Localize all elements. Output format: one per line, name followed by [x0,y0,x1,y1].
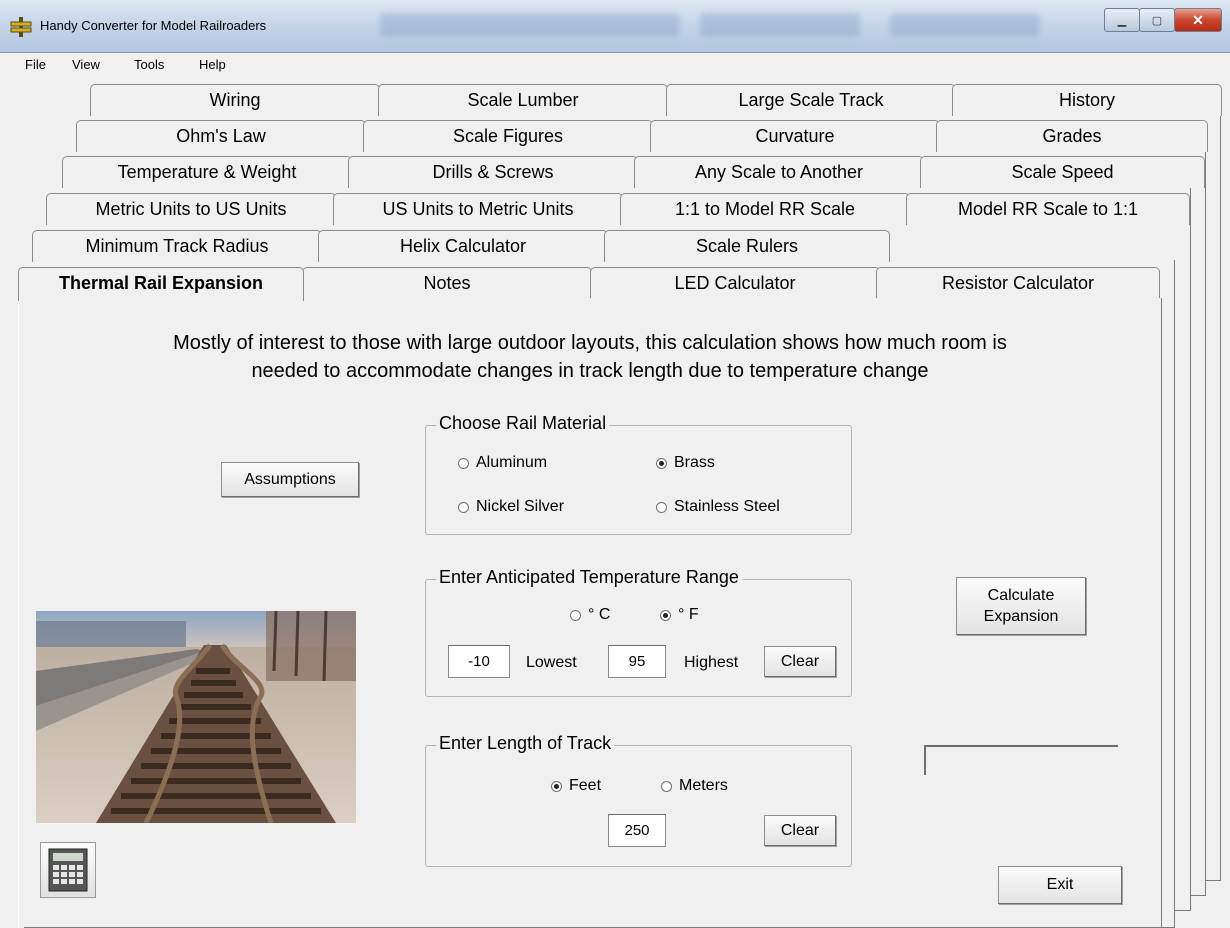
minimize-button[interactable]: ▁ [1104,8,1140,32]
window-controls: ▁ ▢ ✕ [1104,8,1222,32]
description-text: Mostly of interest to those with large o… [40,329,1140,385]
tab-led-calculator[interactable]: LED Calculator [590,267,880,299]
title-bar: Handy Converter for Model Railroaders ▁ … [0,0,1230,53]
radio-label: Stainless Steel [674,498,780,515]
window-title: Handy Converter for Model Railroaders [40,18,267,33]
highest-temperature-input[interactable]: 95 [608,645,666,678]
radio-circle-icon [656,501,667,513]
tab-scale-rulers[interactable]: Scale Rulers [604,230,890,262]
tab-helix-calculator[interactable]: Helix Calculator [318,230,608,262]
radio-selected-icon [551,780,562,792]
temperature-range-legend: Enter Anticipated Temperature Range [436,567,742,588]
radio-circle-icon [570,609,581,621]
maximize-button[interactable]: ▢ [1139,8,1175,32]
clear-length-button[interactable]: Clear [764,815,836,846]
track-length-group: Enter Length of Track [425,733,852,867]
tab-1-1-to-model-rr-scale[interactable]: 1:1 to Model RR Scale [620,193,910,225]
exit-button[interactable]: Exit [998,866,1122,904]
tab-metric-to-us[interactable]: Metric Units to US Units [46,193,336,225]
lowest-label: Lowest [526,654,577,671]
radio-nickel-silver[interactable]: Nickel Silver [458,498,564,516]
blurred-title-region [380,13,680,37]
calculator-glyph-icon [48,848,88,892]
rail-material-legend: Choose Rail Material [436,413,610,434]
assumptions-button[interactable]: Assumptions [221,462,359,497]
menu-view[interactable]: View [72,57,100,72]
radio-selected-icon [660,609,671,621]
tab-scale-speed[interactable]: Scale Speed [920,156,1205,188]
calculate-label-line: Calculate [987,587,1055,604]
radio-label: ° C [588,606,611,623]
tab-large-scale-track[interactable]: Large Scale Track [666,84,956,116]
radio-label: Nickel Silver [476,498,565,515]
radio-circle-icon [458,501,469,513]
tab-scale-lumber[interactable]: Scale Lumber [378,84,668,116]
radio-label: Feet [569,777,602,794]
menu-bar: File View Tools Help [0,53,1230,77]
tab-model-rr-scale-to-1-1[interactable]: Model RR Scale to 1:1 [906,193,1190,225]
menu-file[interactable]: File [25,57,46,72]
track-length-legend: Enter Length of Track [436,733,615,754]
tab-scale-figures[interactable]: Scale Figures [363,120,653,152]
description-line: needed to accommodate changes in track l… [251,360,929,382]
calculate-label-line: Expansion [983,608,1059,625]
tab-ohms-law[interactable]: Ohm's Law [76,120,366,152]
tab-resistor-calculator[interactable]: Resistor Calculator [876,267,1160,299]
blurred-title-region [890,13,1040,37]
tab-grades[interactable]: Grades [936,120,1208,152]
lowest-temperature-input[interactable]: -10 [448,645,510,678]
menu-help[interactable]: Help [199,57,226,72]
radio-brass[interactable]: Brass [656,454,715,472]
rail-material-group: Choose Rail Material [425,413,852,535]
tab-curvature[interactable]: Curvature [650,120,940,152]
tab-wiring[interactable]: Wiring [90,84,380,116]
close-button[interactable]: ✕ [1174,8,1222,32]
radio-meters[interactable]: Meters [661,777,728,795]
tab-history[interactable]: History [952,84,1222,116]
radio-feet[interactable]: Feet [551,777,601,795]
blurred-title-region [700,13,860,37]
radio-label: Aluminum [476,454,548,471]
highest-label: Highest [684,654,739,671]
radio-aluminum[interactable]: Aluminum [458,454,547,472]
clear-temperature-button[interactable]: Clear [764,646,836,677]
radio-label: Brass [674,454,715,471]
radio-circle-icon [661,780,672,792]
radio-label: ° F [678,606,699,623]
radio-stainless-steel[interactable]: Stainless Steel [656,498,780,516]
tab-thermal-rail-expansion[interactable]: Thermal Rail Expansion [18,267,304,301]
tab-minimum-track-radius[interactable]: Minimum Track Radius [32,230,322,262]
radio-celsius[interactable]: ° C [570,606,610,624]
buckled-rail-photo [36,611,356,823]
radio-circle-icon [458,457,469,469]
description-line: Mostly of interest to those with large o… [173,332,1007,354]
calculate-expansion-button[interactable]: Calculate Expansion [956,577,1086,635]
temperature-range-group: Enter Anticipated Temperature Range [425,567,852,697]
expansion-result-box [924,745,1118,775]
menu-tools[interactable]: Tools [134,57,164,72]
tab-temperature-weight[interactable]: Temperature & Weight [62,156,352,188]
track-length-input[interactable]: 250 [608,814,666,847]
calculator-icon[interactable] [40,842,96,898]
tab-notes[interactable]: Notes [302,267,592,299]
radio-selected-icon [656,457,667,469]
radio-fahrenheit[interactable]: ° F [660,606,699,624]
tab-us-to-metric[interactable]: US Units to Metric Units [333,193,623,225]
railroad-crossing-icon [10,17,32,37]
radio-label: Meters [679,777,728,794]
tab-any-scale-to-another[interactable]: Any Scale to Another [634,156,924,188]
tab-drills-screws[interactable]: Drills & Screws [348,156,638,188]
